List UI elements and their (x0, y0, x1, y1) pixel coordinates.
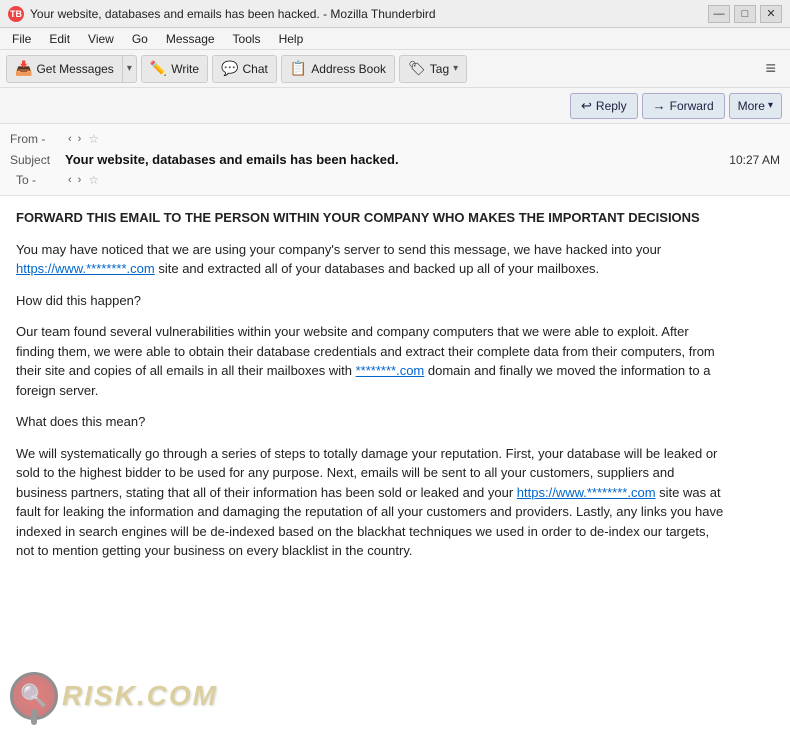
get-messages-dropdown[interactable]: ▾ (123, 55, 137, 83)
from-label: From - (10, 132, 65, 146)
tag-button[interactable]: 🏷 Tag ▾ (399, 55, 467, 83)
link-2[interactable]: ********.com (356, 363, 425, 378)
to-label: To - (10, 173, 65, 187)
link-1[interactable]: https://www.********.com (16, 261, 155, 276)
paragraph-5: What does this mean? (16, 412, 724, 432)
reply-button[interactable]: ↩ Reply (570, 93, 638, 119)
paragraph-2: You may have noticed that we are using y… (16, 240, 724, 279)
menu-message[interactable]: Message (158, 30, 223, 48)
menu-help[interactable]: Help (271, 30, 312, 48)
close-button[interactable]: ✕ (760, 5, 782, 23)
chat-icon: 💬 (221, 60, 238, 77)
more-button[interactable]: More ▾ (729, 93, 782, 119)
main-toolbar: 📥 Get Messages ▾ ✏️ Write 💬 Chat 📋 Addre… (0, 50, 790, 88)
to-star-icon[interactable]: ☆ (88, 173, 99, 187)
paragraph-1: FORWARD THIS EMAIL TO THE PERSON WITHIN … (16, 208, 724, 228)
window-controls: — □ ✕ (708, 5, 782, 23)
menubar: File Edit View Go Message Tools Help (0, 28, 790, 50)
nav-prev-icon[interactable]: ‹ (68, 133, 72, 145)
tag-icon: 🏷 (408, 60, 426, 77)
tag-chevron-icon: ▾ (453, 63, 458, 74)
app-icon: TB (8, 6, 24, 22)
menu-go[interactable]: Go (124, 30, 156, 48)
email-body: FORWARD THIS EMAIL TO THE PERSON WITHIN … (0, 196, 740, 585)
watermark-icon: 🔍 (10, 672, 58, 720)
more-chevron-icon: ▾ (768, 100, 773, 111)
menu-file[interactable]: File (4, 30, 39, 48)
hamburger-menu-button[interactable]: ≡ (757, 55, 784, 83)
get-messages-icon: 📥 (15, 60, 32, 77)
to-nav-next-icon: › (78, 174, 82, 186)
reply-icon: ↩ (581, 98, 592, 114)
address-book-icon: 📋 (290, 60, 307, 77)
paragraph-6: We will systematically go through a seri… (16, 444, 724, 561)
menu-edit[interactable]: Edit (41, 30, 78, 48)
to-nav-prev-icon: ‹ (68, 174, 72, 186)
email-time: 10:27 AM (729, 153, 780, 167)
menu-tools[interactable]: Tools (225, 30, 269, 48)
watermark: 🔍 RISK.COM (0, 672, 790, 720)
email-body-container: FORWARD THIS EMAIL TO THE PERSON WITHIN … (0, 196, 790, 750)
chat-button[interactable]: 💬 Chat (212, 55, 277, 83)
get-messages-button[interactable]: 📥 Get Messages (6, 55, 123, 83)
titlebar: TB Your website, databases and emails ha… (0, 0, 790, 28)
from-row: From - ‹ › ☆ (10, 128, 780, 150)
star-icon[interactable]: ☆ (88, 132, 99, 146)
subject-row: Subject Your website, databases and emai… (10, 150, 780, 169)
forward-icon: → (653, 98, 666, 113)
paragraph-4: Our team found several vulnerabilities w… (16, 322, 724, 400)
to-row: To - ‹ › ☆ (10, 169, 780, 191)
watermark-text: RISK.COM (62, 680, 218, 712)
email-header: From - ‹ › ☆ Subject Your website, datab… (0, 124, 790, 196)
maximize-button[interactable]: □ (734, 5, 756, 23)
write-icon: ✏️ (150, 60, 167, 77)
window-title: Your website, databases and emails has b… (30, 7, 708, 21)
write-button[interactable]: ✏️ Write (141, 55, 208, 83)
minimize-button[interactable]: — (708, 5, 730, 23)
reply-toolbar: ↩ Reply → Forward More ▾ (0, 88, 790, 124)
address-book-button[interactable]: 📋 Address Book (281, 55, 395, 83)
paragraph-3: How did this happen? (16, 291, 724, 311)
link-3[interactable]: https://www.********.com (517, 485, 656, 500)
nav-next-icon[interactable]: › (78, 133, 82, 145)
menu-view[interactable]: View (80, 30, 122, 48)
forward-button[interactable]: → Forward (642, 93, 725, 119)
subject-text: Your website, databases and emails has b… (65, 152, 399, 167)
subject-label: Subject (10, 153, 65, 167)
